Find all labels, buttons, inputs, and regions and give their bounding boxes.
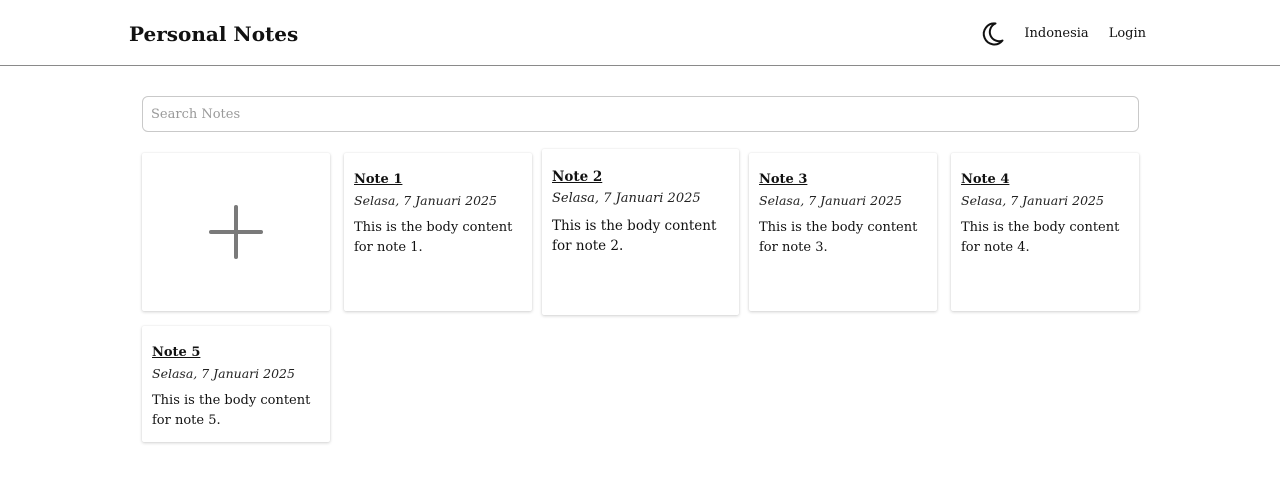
- note-card[interactable]: Note 2 Selasa, 7 Januari 2025 This is th…: [542, 149, 739, 315]
- note-card[interactable]: Note 3 Selasa, 7 Januari 2025 This is th…: [749, 153, 937, 311]
- note-date: Selasa, 7 Januari 2025: [552, 191, 701, 206]
- moon-icon: [983, 22, 1004, 46]
- search-bar: [142, 96, 1139, 132]
- note-body: This is the body content for note 3.: [759, 220, 918, 255]
- app-header: Personal Notes Indonesia Login: [0, 0, 1280, 66]
- note-body: This is the body content for note 1.: [354, 220, 513, 255]
- theme-toggle-button[interactable]: [980, 20, 1006, 48]
- app-title[interactable]: Personal Notes: [129, 20, 298, 48]
- header-nav: Indonesia Login: [980, 20, 1146, 48]
- note-title-link[interactable]: Note 2: [552, 169, 729, 186]
- language-toggle-link[interactable]: Indonesia: [1024, 20, 1088, 48]
- note-date: Selasa, 7 Januari 2025: [759, 193, 902, 208]
- note-date: Selasa, 7 Januari 2025: [152, 366, 295, 381]
- note-title-link[interactable]: Note 4: [961, 171, 1129, 188]
- search-input[interactable]: [142, 96, 1139, 132]
- plus-icon: [209, 205, 263, 259]
- note-date: Selasa, 7 Januari 2025: [961, 193, 1104, 208]
- note-date: Selasa, 7 Januari 2025: [354, 193, 497, 208]
- login-link[interactable]: Login: [1109, 20, 1146, 48]
- note-title-link[interactable]: Note 5: [152, 344, 320, 361]
- add-note-button[interactable]: [142, 153, 330, 311]
- note-title-link[interactable]: Note 3: [759, 171, 927, 188]
- note-body: This is the body content for note 5.: [152, 393, 311, 428]
- note-card[interactable]: Note 5 Selasa, 7 Januari 2025 This is th…: [142, 326, 330, 442]
- note-card[interactable]: Note 1 Selasa, 7 Januari 2025 This is th…: [344, 153, 532, 311]
- note-title-link[interactable]: Note 1: [354, 171, 522, 188]
- note-body: This is the body content for note 4.: [961, 220, 1120, 255]
- note-body: This is the body content for note 2.: [552, 218, 717, 254]
- note-card[interactable]: Note 4 Selasa, 7 Januari 2025 This is th…: [951, 153, 1139, 311]
